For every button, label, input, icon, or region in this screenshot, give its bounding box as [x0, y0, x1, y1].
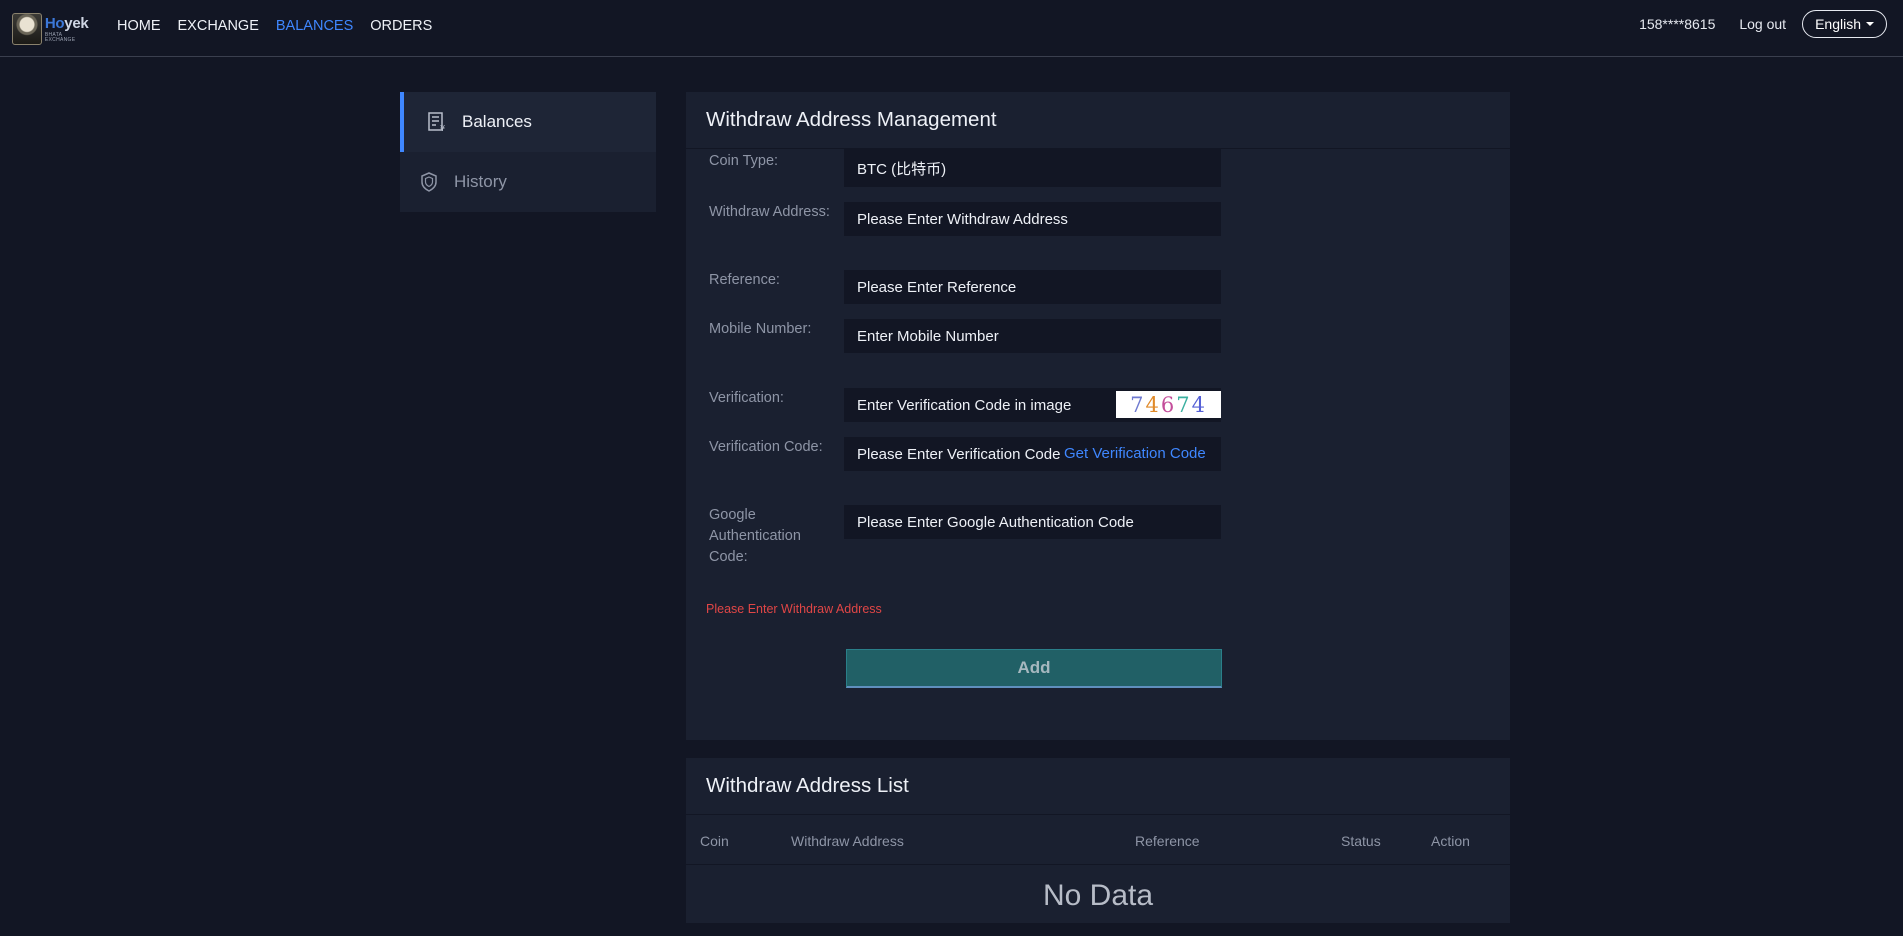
site-logo[interactable]: Hoyek BHATA EXCHANGE: [12, 12, 94, 46]
withdraw-address-label: Withdraw Address:: [709, 204, 830, 220]
captcha-digit: 4: [1145, 392, 1161, 417]
main-nav: HOME EXCHANGE BALANCES ORDERS: [117, 18, 449, 34]
shield-icon: [421, 172, 437, 192]
nav-balances[interactable]: BALANCES: [276, 18, 353, 34]
captcha-digit: 6: [1160, 392, 1177, 417]
sidebar-item-label: History: [454, 172, 507, 191]
logo-name-part1: Ho: [44, 14, 65, 32]
caret-down-icon: [1866, 22, 1874, 26]
logout-link[interactable]: Log out: [1739, 16, 1786, 32]
ledger-icon: ¥: [428, 112, 445, 133]
google-auth-row: Google Authentication Code:: [686, 505, 1510, 565]
google-auth-label: Google Authentication Code:: [709, 507, 801, 565]
withdraw-form-panel: Withdraw Address Management Coin Type: B…: [686, 92, 1510, 740]
top-header: Hoyek BHATA EXCHANGE HOME EXCHANGE BALAN…: [0, 0, 1903, 57]
column-status: Status: [1341, 833, 1381, 849]
language-label: English: [1815, 16, 1861, 32]
logo-emblem-icon: [12, 13, 42, 45]
language-selector[interactable]: English: [1802, 10, 1887, 38]
reference-label: Reference:: [709, 272, 780, 288]
withdraw-address-row: Withdraw Address:: [686, 202, 1510, 236]
mobile-number-row: Mobile Number:: [686, 319, 1510, 353]
error-message: Please Enter Withdraw Address: [706, 602, 882, 616]
nav-orders[interactable]: ORDERS: [370, 18, 432, 34]
svg-text:¥: ¥: [440, 124, 445, 133]
mobile-number-input[interactable]: [844, 319, 1221, 353]
nav-exchange[interactable]: EXCHANGE: [178, 18, 259, 34]
logo-subtitle: BHATA EXCHANGE: [44, 31, 76, 43]
captcha-image[interactable]: 74674: [1116, 391, 1221, 418]
captcha-digit: 7: [1130, 392, 1146, 417]
sidebar-item-history[interactable]: History: [400, 152, 656, 212]
nav-home[interactable]: HOME: [117, 18, 161, 34]
address-list-title: Withdraw Address List: [686, 758, 1510, 815]
sidebar: ¥ Balances History: [400, 92, 656, 212]
sidebar-item-balances[interactable]: ¥ Balances: [400, 92, 656, 152]
google-auth-input[interactable]: [844, 505, 1221, 539]
column-action: Action: [1431, 833, 1470, 849]
logo-name-part2: yek: [64, 14, 89, 32]
sidebar-item-label: Balances: [462, 112, 532, 131]
table-header: Coin Withdraw Address Reference Status A…: [686, 815, 1510, 865]
verification-row: Verification: 74674: [686, 388, 1510, 422]
column-reference: Reference: [1135, 833, 1200, 849]
add-button[interactable]: Add: [846, 649, 1222, 688]
verification-label: Verification:: [709, 390, 784, 406]
user-phone[interactable]: 158****8615: [1639, 16, 1715, 32]
get-verification-code-button[interactable]: Get Verification Code: [1064, 445, 1206, 462]
panel-title: Withdraw Address Management: [686, 92, 1510, 149]
header-user-area: 158****8615 Log out English: [1639, 10, 1887, 38]
verification-code-row: Verification Code: Get Verification Code: [686, 437, 1510, 471]
coin-type-row: Coin Type: BTC (比特币): [686, 149, 1510, 187]
reference-row: Reference:: [686, 270, 1510, 304]
verification-code-label: Verification Code:: [709, 439, 823, 455]
captcha-digit: 4: [1191, 392, 1207, 417]
reference-input[interactable]: [844, 270, 1221, 304]
column-withdraw-address: Withdraw Address: [791, 833, 904, 849]
captcha-digit: 7: [1176, 392, 1192, 417]
coin-type-select[interactable]: BTC (比特币): [844, 149, 1221, 187]
mobile-number-label: Mobile Number:: [709, 321, 812, 337]
address-list-panel: Withdraw Address List Coin Withdraw Addr…: [686, 758, 1510, 923]
coin-type-label: Coin Type:: [709, 153, 779, 169]
empty-state: No Data: [1042, 879, 1154, 912]
withdraw-address-input[interactable]: [844, 202, 1221, 236]
column-coin: Coin: [700, 833, 729, 849]
captcha-text: 74674: [1130, 393, 1207, 417]
